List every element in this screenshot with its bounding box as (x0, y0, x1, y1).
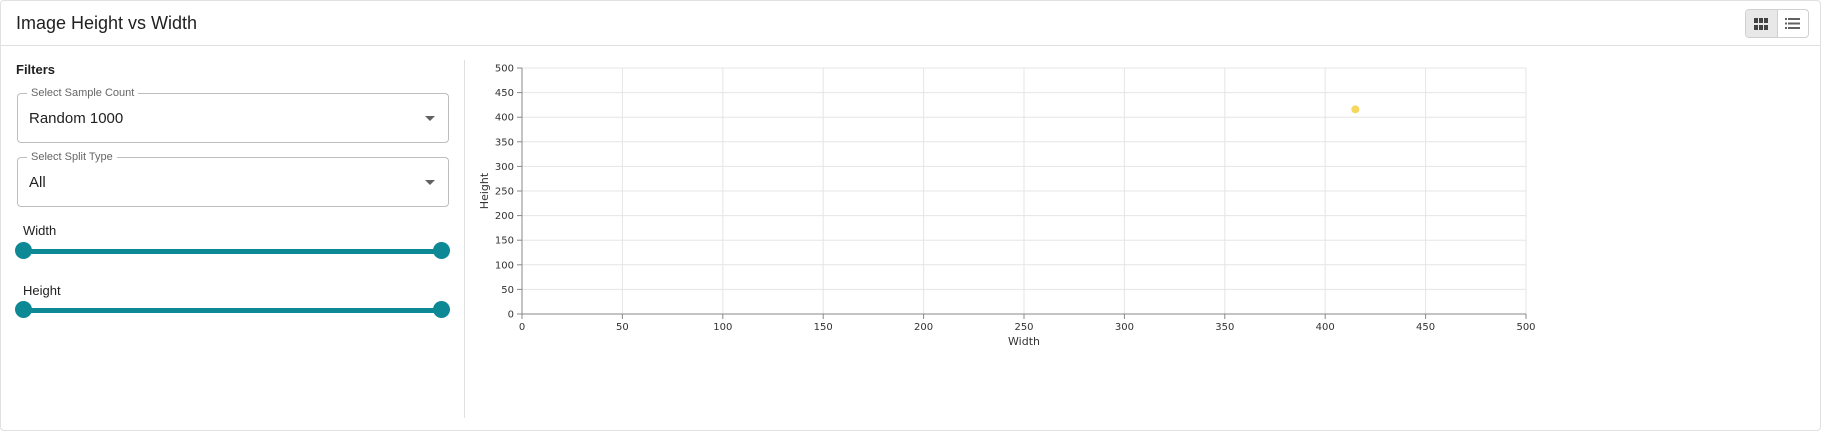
grid-view-button[interactable] (1746, 10, 1777, 37)
y-tick-label: 200 (495, 211, 514, 222)
width-slider-label: Width (23, 223, 57, 238)
height-range-slider[interactable] (14, 301, 450, 318)
height-slider-max-thumb[interactable] (432, 301, 450, 318)
y-tick-label: 150 (495, 236, 514, 247)
dropdown-arrow-icon (425, 180, 435, 185)
sample-count-label: Select Sample Count (27, 86, 139, 100)
dropdown-arrow-icon (425, 116, 435, 121)
y-tick-label: 500 (495, 64, 514, 75)
sample-count-select[interactable]: Select Sample Count Random 1000 (17, 86, 449, 143)
panel-divider (464, 60, 465, 418)
filters-panel: Filters Select Sample Count Random 1000 … (1, 46, 464, 426)
x-tick-label: 0 (519, 322, 525, 333)
sample-count-value: Random 1000 (29, 110, 124, 127)
x-tick-label: 250 (1014, 322, 1033, 333)
width-slider-min-thumb[interactable] (14, 242, 32, 259)
split-type-value: All (29, 174, 46, 191)
height-slider-label: Height (23, 283, 61, 298)
y-tick-label: 50 (501, 285, 514, 296)
grid-view-icon (1754, 17, 1769, 30)
width-range-slider[interactable] (14, 242, 450, 259)
x-tick-label: 400 (1316, 322, 1335, 333)
x-tick-label: 300 (1115, 322, 1134, 333)
y-tick-label: 400 (495, 113, 514, 124)
card-header: Image Height vs Width (1, 1, 1820, 46)
y-tick-label: 250 (495, 187, 514, 198)
x-tick-label: 50 (616, 322, 629, 333)
width-slider-max-thumb[interactable] (432, 242, 450, 259)
x-axis-title: Width (1008, 335, 1040, 348)
list-view-icon (1785, 18, 1801, 29)
y-tick-label: 350 (495, 137, 514, 148)
chart-card: Image Height vs Width Filters Select Sam… (0, 0, 1821, 431)
x-tick-label: 150 (814, 322, 833, 333)
list-view-button[interactable] (1776, 10, 1808, 37)
width-slider-track (23, 249, 441, 254)
x-tick-label: 450 (1416, 322, 1435, 333)
x-tick-label: 350 (1215, 322, 1234, 333)
page-title: Image Height vs Width (16, 13, 198, 33)
filters-heading: Filters (16, 62, 56, 77)
height-slider-track (23, 308, 441, 313)
scatter-chart: 0 50 100 150 200 250 300 350 400 450 500 0 50 100 150 2… (478, 64, 1536, 349)
y-tick-label: 300 (495, 162, 514, 173)
y-tick-label: 450 (495, 88, 514, 99)
y-tick-label: 100 (495, 260, 514, 271)
split-type-select[interactable]: Select Split Type All (17, 150, 449, 207)
x-tick-label: 500 (1516, 322, 1535, 333)
height-slider-min-thumb[interactable] (14, 301, 32, 318)
y-tick-label: 0 (508, 310, 514, 321)
split-type-label: Select Split Type (27, 150, 117, 164)
y-axis-title: Height (478, 172, 491, 209)
x-tick-label: 200 (914, 322, 933, 333)
scatter-point (1351, 105, 1360, 114)
view-toggle-group (1745, 9, 1809, 38)
x-tick-label: 100 (713, 322, 732, 333)
